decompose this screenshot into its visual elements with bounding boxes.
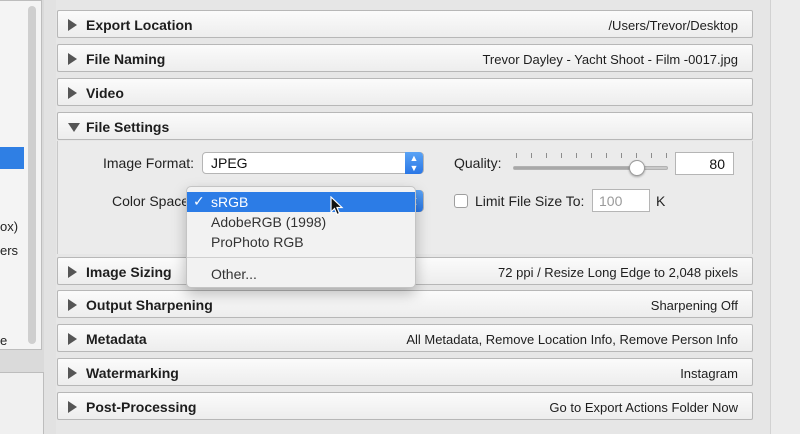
- preset-list-item-text[interactable]: ers: [0, 243, 18, 258]
- menu-item-srgb[interactable]: ✓ sRGB: [187, 192, 415, 212]
- section-output-sharpening[interactable]: Output Sharpening Sharpening Off: [57, 290, 753, 318]
- disclosure-triangle-icon[interactable]: [68, 299, 77, 311]
- limit-file-size-checkbox[interactable]: [454, 194, 468, 208]
- menu-item-label: sRGB: [211, 194, 249, 210]
- limit-file-size-input[interactable]: 100: [592, 189, 650, 212]
- slider-tick: [621, 153, 622, 158]
- menu-item-adobergb[interactable]: AdobeRGB (1998): [187, 212, 415, 232]
- menu-separator: [187, 257, 415, 258]
- disclosure-triangle-down-icon[interactable]: [68, 123, 80, 132]
- section-title: Output Sharpening: [86, 297, 213, 313]
- limit-file-size-label: Limit File Size To:: [475, 193, 585, 209]
- section-summary: Instagram: [680, 366, 738, 381]
- image-format-select[interactable]: JPEG ▲ ▼: [202, 152, 424, 174]
- disclosure-triangle-icon[interactable]: [68, 19, 77, 31]
- select-arrows-icon: ▲▼: [405, 152, 423, 174]
- section-title: Image Sizing: [86, 264, 172, 280]
- disclosure-triangle-icon[interactable]: [68, 401, 77, 413]
- disclosure-triangle-icon[interactable]: [68, 87, 77, 99]
- disclosure-triangle-icon[interactable]: [68, 53, 77, 65]
- menu-item-other[interactable]: Other...: [187, 264, 415, 284]
- section-summary: Sharpening Off: [650, 298, 738, 313]
- mouse-cursor-icon: [330, 196, 344, 216]
- preset-list-item-text[interactable]: ox): [0, 219, 18, 234]
- disclosure-triangle-icon[interactable]: [68, 367, 77, 379]
- section-summary: All Metadata, Remove Location Info, Remo…: [406, 332, 738, 347]
- quality-slider-fill: [514, 167, 638, 169]
- right-edge: [770, 0, 800, 434]
- disclosure-triangle-icon[interactable]: [68, 266, 77, 278]
- section-watermarking[interactable]: Watermarking Instagram: [57, 358, 753, 386]
- slider-tick: [516, 153, 517, 158]
- section-title: File Naming: [86, 51, 166, 67]
- preset-list-selected-row[interactable]: [0, 147, 24, 169]
- section-summary: /Users/Trevor/Desktop: [608, 18, 738, 33]
- section-video[interactable]: Video: [57, 78, 753, 106]
- slider-tick: [546, 153, 547, 158]
- slider-tick: [651, 153, 652, 158]
- image-format-label: Image Format:: [103, 155, 195, 171]
- color-space-menu: ✓ sRGB AdobeRGB (1998) ProPhoto RGB Othe…: [186, 186, 416, 288]
- left-panel-bottom: [0, 372, 44, 434]
- slider-tick: [561, 153, 562, 158]
- preset-list-scrollbar[interactable]: [28, 6, 36, 344]
- quality-input[interactable]: 80: [675, 152, 734, 175]
- section-summary: Trevor Dayley - Yacht Shoot - Film -0017…: [482, 52, 738, 67]
- slider-tick: [591, 153, 592, 158]
- section-summary: 72 ppi / Resize Long Edge to 2,048 pixel…: [498, 265, 738, 280]
- quality-label: Quality:: [454, 155, 502, 171]
- section-title: Export Location: [86, 17, 193, 33]
- section-metadata[interactable]: Metadata All Metadata, Remove Location I…: [57, 324, 753, 352]
- limit-file-size-unit: K: [656, 193, 666, 209]
- section-title: Metadata: [86, 331, 147, 347]
- slider-tick: [666, 153, 667, 158]
- section-summary: Go to Export Actions Folder Now: [549, 400, 738, 415]
- section-title: Video: [86, 85, 124, 101]
- slider-tick: [606, 153, 607, 158]
- section-title: Watermarking: [86, 365, 179, 381]
- menu-item-prophoto[interactable]: ProPhoto RGB: [187, 232, 415, 252]
- preset-list-footer-text: e: [0, 333, 8, 348]
- section-export-location[interactable]: Export Location /Users/Trevor/Desktop: [57, 10, 753, 38]
- section-title: File Settings: [86, 119, 170, 135]
- quality-slider-thumb[interactable]: [629, 160, 645, 176]
- disclosure-triangle-icon[interactable]: [68, 333, 77, 345]
- section-title: Post-Processing: [86, 399, 197, 415]
- left-panel: ox) ers e: [0, 0, 44, 434]
- checkmark-icon: ✓: [193, 193, 205, 209]
- color-space-label: Color Space:: [112, 193, 193, 209]
- section-post-processing[interactable]: Post-Processing Go to Export Actions Fol…: [57, 392, 753, 420]
- slider-tick: [636, 153, 637, 158]
- slider-tick: [576, 153, 577, 158]
- image-format-value: JPEG: [211, 155, 248, 171]
- slider-tick: [531, 153, 532, 158]
- section-file-settings[interactable]: File Settings: [57, 112, 753, 140]
- panel-divider: [44, 0, 56, 434]
- section-file-naming[interactable]: File Naming Trevor Dayley - Yacht Shoot …: [57, 44, 753, 72]
